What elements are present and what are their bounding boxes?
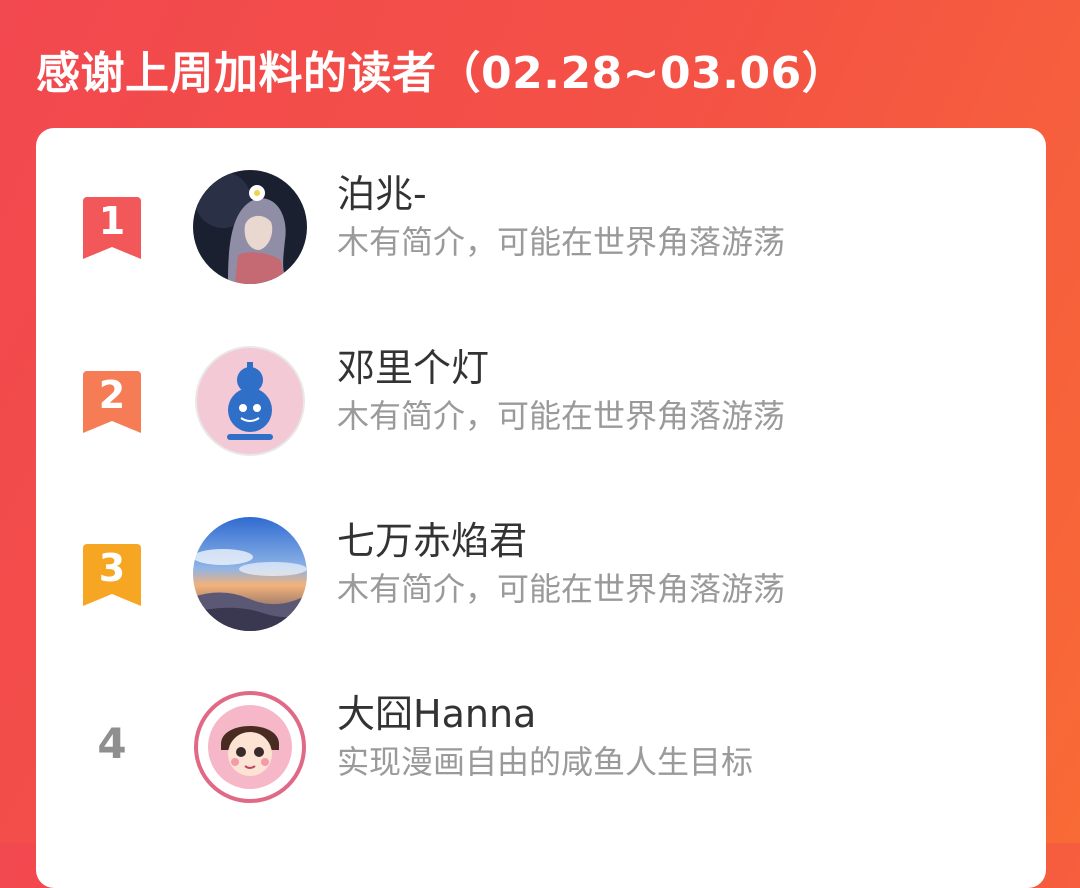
rank-number: 1	[98, 199, 126, 243]
reader-row[interactable]: 1 泊兆- 木有简介，可能在世界角落游荡	[36, 164, 1046, 284]
reader-row[interactable]: 4 大囧Hanna 实现漫画自由的咸鱼人生目标	[36, 684, 1046, 804]
reader-name: 大囧Hanna	[337, 692, 537, 736]
rank-number: 3	[98, 546, 126, 590]
reader-name: 七万赤焰君	[337, 519, 528, 563]
avatar[interactable]	[193, 344, 307, 458]
rank-number: 4	[97, 719, 127, 768]
reader-row[interactable]: 2 邓里个灯 木有简介，可能在世界角落游荡	[36, 338, 1046, 458]
reader-name: 邓里个灯	[337, 346, 490, 390]
rank-number: 2	[98, 373, 126, 417]
rank-ribbon-icon: 2	[83, 371, 141, 433]
rank-ribbon-icon: 3	[83, 544, 141, 606]
reader-bio: 实现漫画自由的咸鱼人生目标	[337, 743, 754, 781]
reader-bio: 木有简介，可能在世界角落游荡	[337, 397, 786, 435]
avatar[interactable]	[193, 170, 307, 284]
reader-row[interactable]: 3 七万赤焰君 木有简介，可能在世界角落游荡	[36, 511, 1046, 631]
reader-list-card: 1 泊兆- 木有简介，可能在世界角落游荡 2 邓里个灯 木有简介，可能在世界角落…	[36, 128, 1046, 888]
reader-bio: 木有简介，可能在世界角落游荡	[337, 223, 786, 261]
avatar[interactable]	[193, 517, 307, 631]
reader-name: 泊兆-	[337, 172, 427, 216]
page-title: 感谢上周加料的读者（02.28~03.06）	[36, 48, 847, 99]
avatar[interactable]	[193, 690, 307, 804]
reader-bio: 木有简介，可能在世界角落游荡	[337, 570, 786, 608]
rank-ribbon-icon: 1	[83, 197, 141, 259]
